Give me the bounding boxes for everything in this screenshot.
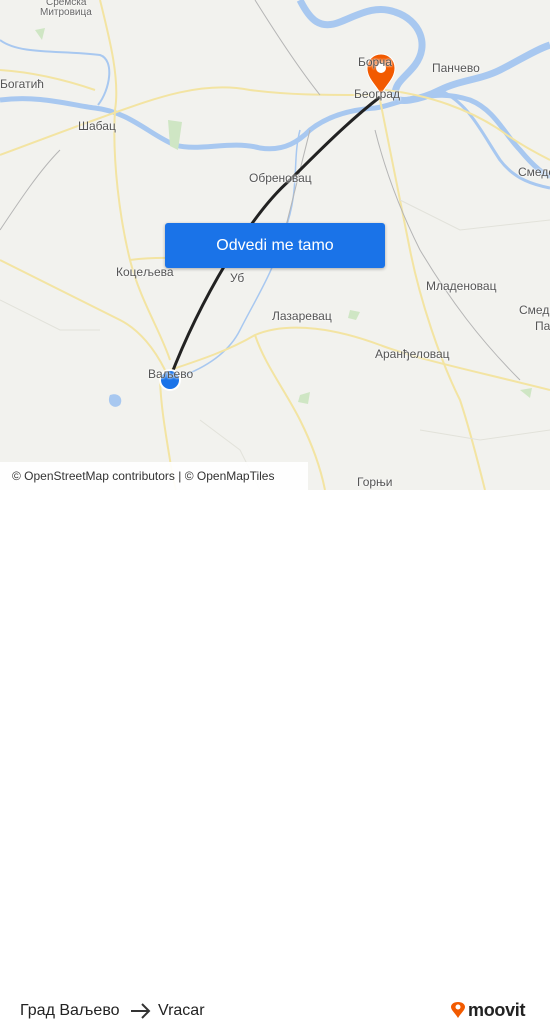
place-label: Митровица bbox=[40, 7, 92, 18]
place-label: Београд bbox=[354, 87, 400, 101]
place-label: Смед bbox=[519, 303, 550, 317]
place-label: Смедерево bbox=[518, 165, 550, 179]
map-attribution[interactable]: © OpenStreetMap contributors | © OpenMap… bbox=[0, 462, 308, 490]
place-label: Па bbox=[535, 319, 550, 333]
place-label: Горњи bbox=[357, 475, 393, 489]
place-label: Аранђеловац bbox=[375, 347, 450, 361]
route-destination-label: Vracar bbox=[158, 1002, 205, 1019]
place-label: Коцељева bbox=[116, 265, 174, 279]
arrow-right-icon bbox=[131, 1003, 151, 1019]
place-label: Уб bbox=[230, 271, 245, 285]
place-label: Младеновац bbox=[426, 279, 497, 293]
map-view[interactable]: Сремска Митровица Борча Панчево Богатић … bbox=[0, 0, 550, 490]
river-sava bbox=[0, 92, 550, 179]
take-me-there-button[interactable]: Odvedi me tamo bbox=[165, 223, 385, 268]
place-label: Панчево bbox=[432, 61, 480, 75]
lake-small bbox=[108, 394, 122, 407]
place-label: Богатић bbox=[0, 77, 44, 91]
route-origin-label: Град Ваљево bbox=[20, 1002, 120, 1019]
route-footer: Град Ваљево Vracar moovit bbox=[0, 490, 550, 1020]
river-danube bbox=[296, 0, 550, 104]
place-label: Лазаревац bbox=[272, 309, 332, 323]
moovit-pin-icon bbox=[451, 1002, 465, 1018]
place-label: Ваљево bbox=[148, 367, 194, 381]
moovit-logo[interactable]: moovit bbox=[450, 998, 526, 1022]
moovit-wordmark: moovit bbox=[468, 999, 526, 1020]
place-label: Борча bbox=[358, 55, 392, 69]
place-label: Обреновац bbox=[249, 171, 312, 185]
place-label: Шабац bbox=[78, 119, 116, 133]
